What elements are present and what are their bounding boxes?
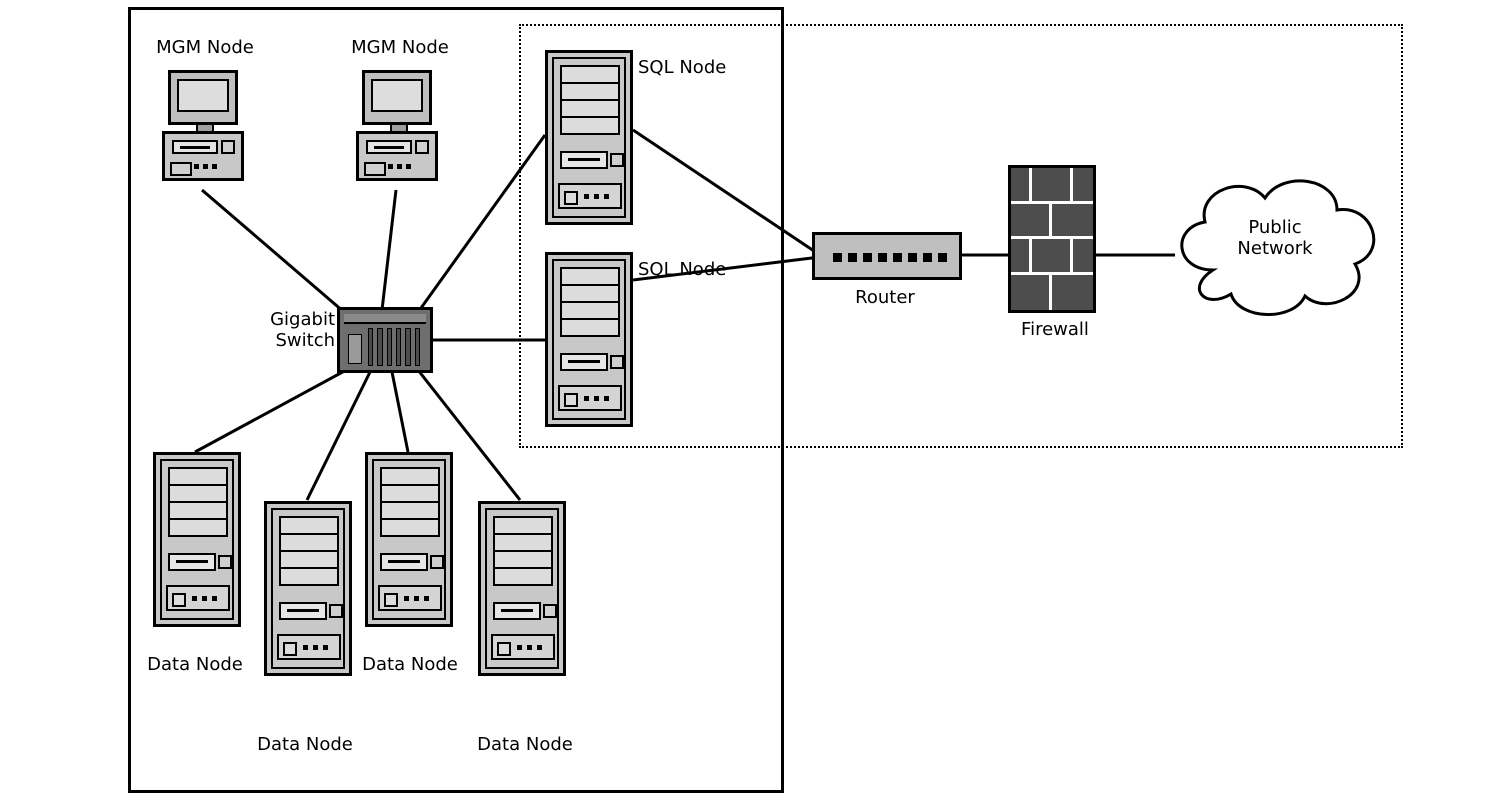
mgm-node-2-icon	[352, 70, 442, 190]
data-node-1-label: Data Node	[120, 655, 270, 676]
mgm-node-1-label: MGM Node	[150, 38, 260, 59]
firewall-icon	[1008, 165, 1096, 313]
mgm-node-2-label: MGM Node	[345, 38, 455, 59]
data-node-4-icon	[478, 501, 566, 676]
public-network-label: Public Network	[1210, 218, 1340, 259]
data-node-2-label: Data Node	[225, 735, 385, 756]
router-icon	[812, 232, 962, 280]
data-node-2-icon	[264, 501, 352, 676]
gigabit-switch-icon	[337, 307, 433, 373]
data-node-3-icon	[365, 452, 453, 627]
data-node-4-label: Data Node	[445, 735, 605, 756]
data-node-3-label: Data Node	[335, 655, 485, 676]
mgm-node-1-icon	[158, 70, 248, 190]
gigabit-switch-label: Gigabit Switch	[255, 310, 335, 351]
sql-node-2-icon	[545, 252, 633, 427]
firewall-label: Firewall	[1010, 320, 1100, 341]
data-node-1-icon	[153, 452, 241, 627]
sql-node-1-label: SQL Node	[638, 58, 726, 79]
sql-node-1-icon	[545, 50, 633, 225]
router-label: Router	[830, 288, 940, 309]
sql-node-2-label: SQL Node	[638, 260, 726, 281]
